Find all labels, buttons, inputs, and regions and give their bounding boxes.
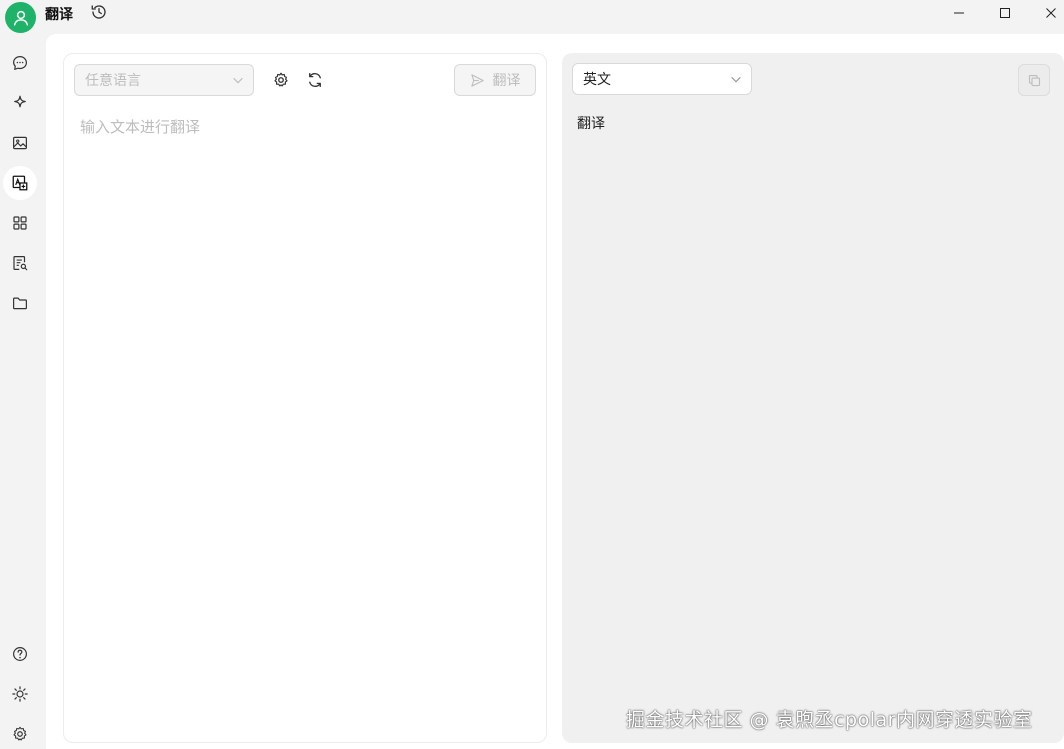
theme-button[interactable] — [3, 677, 37, 711]
translation-result: 翻译 — [577, 116, 605, 132]
minimize-icon — [954, 12, 964, 14]
maximize-button[interactable] — [982, 0, 1028, 26]
settings-button[interactable] — [3, 717, 37, 749]
source-panel: 任意语言 翻译 — [63, 53, 547, 743]
sparkle-icon — [14, 95, 26, 108]
sun-icon — [12, 686, 28, 702]
close-icon — [1046, 8, 1056, 18]
sidebar-item-translate[interactable] — [3, 166, 37, 200]
target-panel: 英文 翻译 — [562, 53, 1064, 743]
document-search-icon — [13, 256, 28, 271]
sidebar-item-paintings[interactable] — [3, 126, 37, 160]
source-text-input[interactable] — [80, 116, 530, 726]
chat-bubble-icon — [13, 56, 27, 70]
grid-icon — [13, 216, 27, 230]
sidebar-item-apps[interactable] — [3, 206, 37, 240]
gear-icon — [274, 72, 288, 87]
sidebar-item-knowledge[interactable] — [3, 246, 37, 280]
help-button[interactable] — [3, 637, 37, 671]
avatar[interactable] — [5, 2, 36, 33]
swap-languages-button[interactable] — [306, 71, 324, 89]
copy-icon — [1028, 74, 1040, 86]
translate-button-label: 翻译 — [492, 73, 521, 89]
title-bar: 翻译 — [0, 0, 1064, 34]
user-icon — [13, 10, 28, 25]
refresh-icon — [309, 72, 321, 88]
chevron-down-icon — [731, 76, 741, 83]
close-button[interactable] — [1028, 0, 1064, 26]
watermark: 掘金技术社区 @ 袁煦丞cpolar内网穿透实验室 — [626, 709, 1033, 731]
minimize-button[interactable] — [936, 0, 982, 26]
page-title: 翻译 — [45, 7, 73, 23]
sidebar — [0, 34, 46, 749]
sidebar-item-chat[interactable] — [3, 46, 37, 80]
translate-settings-button[interactable] — [272, 71, 290, 89]
send-icon — [470, 73, 484, 87]
source-language-label: 任意语言 — [85, 73, 141, 89]
help-icon — [13, 647, 27, 661]
translate-icon — [12, 175, 28, 191]
target-language-label: 英文 — [583, 72, 611, 88]
source-language-select[interactable]: 任意语言 — [74, 64, 254, 96]
gear-icon — [13, 726, 27, 741]
sidebar-item-files[interactable] — [3, 286, 37, 320]
main-workspace: 任意语言 翻译 英文 — [46, 34, 1064, 749]
translate-button[interactable]: 翻译 — [454, 64, 536, 96]
copy-button[interactable] — [1018, 64, 1050, 96]
sidebar-item-agents[interactable] — [3, 86, 37, 120]
maximize-icon — [1000, 8, 1010, 18]
image-icon — [13, 136, 27, 150]
folder-icon — [13, 297, 27, 310]
history-icon[interactable] — [90, 3, 108, 21]
target-language-select[interactable]: 英文 — [572, 63, 752, 95]
chevron-down-icon — [233, 77, 243, 84]
